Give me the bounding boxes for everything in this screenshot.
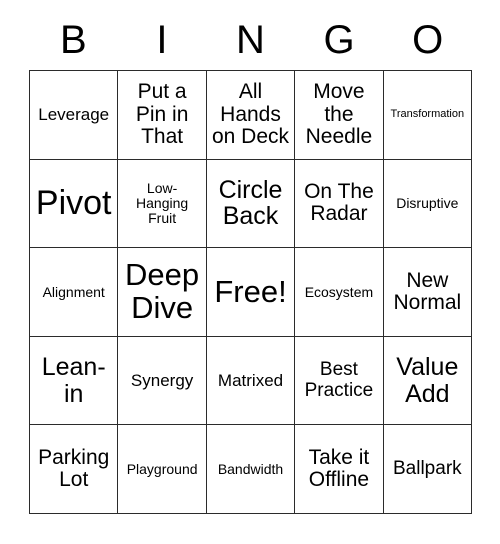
bingo-cell-label: Move the Needle — [305, 80, 373, 148]
bingo-header-letter-b: B — [59, 18, 87, 62]
bingo-cell[interactable]: Disruptive — [383, 159, 473, 249]
bingo-cell[interactable]: Deep Dive — [118, 248, 207, 337]
bingo-row: Lean- in Synergy Matrixed Best Practice … — [30, 336, 473, 426]
bingo-cell-label: Ballpark — [393, 458, 462, 480]
bingo-card: B I N G O Leverage Put a Pin in That All… — [29, 10, 473, 514]
bingo-row: Leverage Put a Pin in That All Hands on … — [30, 71, 473, 160]
bingo-cell[interactable]: Value Add — [383, 336, 473, 426]
bingo-cell[interactable]: Move the Needle — [295, 71, 384, 160]
bingo-cell-label: Best Practice — [304, 359, 374, 401]
bingo-cell[interactable]: Put a Pin in That — [118, 71, 207, 160]
bingo-cell[interactable]: Bandwidth — [206, 425, 296, 514]
bingo-cell[interactable]: Ballpark — [383, 425, 473, 514]
bingo-cell[interactable]: Matrixed — [206, 336, 296, 426]
bingo-cell[interactable]: Transformation — [383, 71, 473, 160]
bingo-cell[interactable]: Take it Offline — [295, 425, 384, 514]
bingo-cell[interactable]: Playground — [118, 425, 207, 514]
bingo-cell-label: Free! — [214, 273, 287, 309]
bingo-cell[interactable]: Pivot — [30, 159, 119, 249]
bingo-cell-label: All Hands on Deck — [211, 80, 290, 148]
bingo-cell[interactable]: Lean- in — [30, 336, 119, 426]
bingo-cell[interactable]: On The Radar — [295, 159, 384, 249]
bingo-cell-label: Low- Hanging Fruit — [136, 180, 189, 226]
bingo-header-letter-n: N — [236, 18, 265, 62]
bingo-cell-label: Transformation — [390, 107, 465, 120]
bingo-cell[interactable]: Leverage — [30, 71, 119, 160]
bingo-row: Pivot Low- Hanging Fruit Circle Back On … — [30, 159, 473, 249]
bingo-cell-label: Put a Pin in That — [135, 80, 189, 148]
bingo-cell[interactable]: All Hands on Deck — [206, 71, 296, 160]
bingo-cell[interactable]: Alignment — [30, 248, 119, 337]
bingo-cell-label: Alignment — [42, 283, 105, 300]
bingo-grid: Leverage Put a Pin in That All Hands on … — [29, 70, 473, 514]
bingo-cell-label: Take it Offline — [308, 445, 370, 492]
bingo-cell-label: Circle Back — [218, 175, 283, 231]
bingo-cell[interactable]: Parking Lot — [30, 425, 119, 514]
bingo-header-letter-i: I — [156, 18, 168, 62]
bingo-cell-label: Lean- in — [41, 353, 106, 408]
bingo-cell[interactable]: Low- Hanging Fruit — [118, 159, 207, 249]
bingo-cell-label: Disruptive — [396, 194, 459, 211]
bingo-header-letter-o: O — [412, 18, 444, 62]
bingo-cell[interactable]: Circle Back — [206, 159, 296, 249]
bingo-row: Alignment Deep Dive Free! Ecosystem New … — [30, 248, 473, 337]
bingo-cell[interactable]: Best Practice — [295, 336, 384, 426]
bingo-cell[interactable]: Ecosystem — [295, 248, 384, 337]
bingo-cell[interactable]: New Normal — [383, 248, 473, 337]
bingo-cell-label: On The Radar — [304, 180, 374, 226]
bingo-cell-label: Ecosystem — [304, 283, 374, 300]
bingo-cell-label: Pivot — [35, 184, 112, 223]
bingo-cell-label: Parking Lot — [38, 445, 110, 492]
bingo-cell-label: Value Add — [396, 353, 459, 408]
bingo-cell-label: Matrixed — [217, 370, 284, 390]
bingo-cell-label: Playground — [126, 460, 198, 477]
bingo-cell-label: Synergy — [130, 370, 194, 390]
bingo-cell-free-space[interactable]: Free! — [206, 248, 296, 337]
bingo-cell-label: New Normal — [393, 268, 462, 314]
bingo-cell-label: Deep Dive — [125, 257, 200, 325]
bingo-row: Parking Lot Playground Bandwidth Take it… — [30, 425, 473, 514]
bingo-header-row: B I N G O — [29, 10, 472, 70]
bingo-header-letter-g: G — [323, 18, 355, 62]
bingo-cell[interactable]: Synergy — [118, 336, 207, 426]
bingo-cell-label: Leverage — [38, 104, 110, 124]
bingo-cell-label: Bandwidth — [217, 460, 284, 477]
